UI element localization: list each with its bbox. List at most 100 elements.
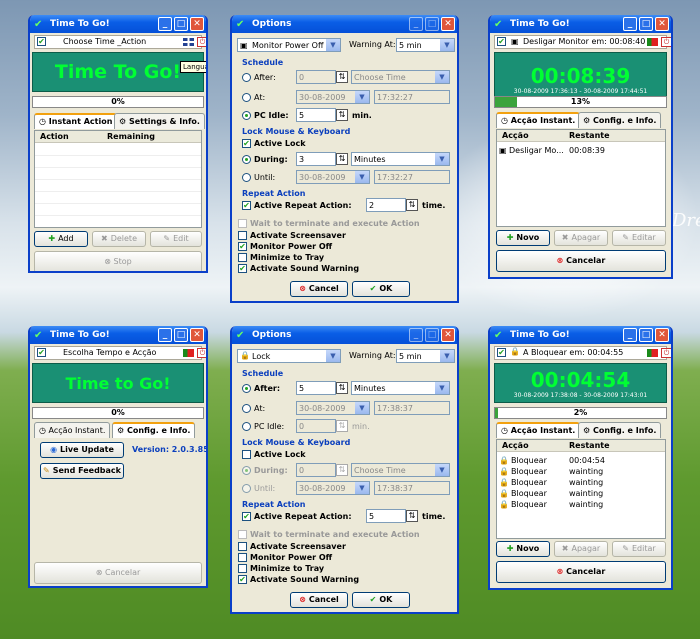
maximize-button[interactable]: □ [174,17,188,31]
after-unit-select[interactable]: Minutes ▼ [351,381,450,395]
minimize-checkbox[interactable] [238,253,247,262]
at-time-input[interactable]: 17:32:27 [374,90,450,104]
after-unit-select[interactable]: Choose Time ▼ [351,70,450,84]
cancel-button[interactable]: ⊗ Cancel [290,592,348,608]
maximize-button[interactable]: □ [174,328,188,342]
warning-select[interactable]: 5 min ▼ [396,38,455,52]
minimize-button[interactable]: _ [409,328,423,342]
tab-settings-info[interactable]: ⚙ Config. e Info. [112,422,196,438]
close-button[interactable]: ✕ [190,328,204,342]
title-bar[interactable]: ✔ Options _ □ ✕ [232,15,457,33]
after-spinner[interactable]: ⇅ [336,382,348,394]
ok-button[interactable]: ✔ OK [352,281,410,297]
during-spinner[interactable]: ⇅ [336,464,348,476]
cancel-button[interactable]: ⊗ Cancelar [34,562,202,584]
edit-button[interactable]: ✎ Edit [150,231,202,247]
maximize-button[interactable]: □ [425,328,439,342]
during-radio[interactable] [242,155,251,164]
add-button[interactable]: ✚ Novo [496,230,550,246]
at-date-picker[interactable]: 30-08-2009 ▼ [296,401,370,415]
power-icon[interactable]: ⏻ [661,37,671,47]
idle-spinner[interactable]: ⇅ [336,109,348,121]
tab-instant-action[interactable]: ◷ Acção Instant. [496,112,581,128]
live-update-button[interactable]: ◉ Live Update [40,442,124,458]
minimize-button[interactable]: _ [158,328,172,342]
tab-instant-action[interactable]: ◷ Acção Instant. [34,422,111,438]
table-row[interactable]: 🔒 Bloquear wainting [497,466,665,477]
repeat-input[interactable]: 2 [366,198,406,212]
minimize-button[interactable]: _ [158,17,172,31]
edit-button[interactable]: ✎ Editar [612,230,666,246]
minimize-button[interactable]: _ [623,17,637,31]
add-button[interactable]: ✚ Novo [496,541,550,557]
tab-instant-action[interactable]: ◷ Acção Instant. [496,422,581,438]
action-list[interactable]: Action Remaining [34,130,202,228]
sound-checkbox[interactable]: ✔ [238,264,247,273]
at-date-picker[interactable]: 30-08-2009 ▼ [296,90,370,104]
delete-button[interactable]: ✖ Delete [92,231,146,247]
tab-instant-action[interactable]: ◷ Instant Action [34,113,118,129]
title-bar[interactable]: ✔ Options _ □ ✕ [232,326,457,344]
tab-settings-info[interactable]: ⚙ Config. e Info. [578,422,662,438]
wait-checkbox[interactable] [238,530,247,539]
until-radio[interactable] [242,484,251,493]
power-icon[interactable]: ⏻ [661,348,671,358]
title-bar[interactable]: ✔ Time To Go! _ □ ✕ [30,326,206,344]
portugal-flag-icon[interactable] [647,38,658,46]
wait-checkbox[interactable] [238,219,247,228]
table-row[interactable]: 🔒 Bloquear wainting [497,499,665,510]
delete-button[interactable]: ✖ Apagar [554,230,608,246]
tab-settings-info[interactable]: ⚙ Settings & Info. [114,113,205,129]
active-lock-checkbox[interactable]: ✔ [242,139,251,148]
maximize-button[interactable]: □ [425,17,439,31]
warning-select[interactable]: 5 min ▼ [396,349,455,363]
portugal-flag-icon[interactable] [183,349,194,357]
table-row[interactable]: 🔒 Bloquear 00:04:54 [497,455,665,466]
minimize-button[interactable]: _ [623,328,637,342]
repeat-input[interactable]: 5 [366,509,406,523]
minimize-button[interactable]: _ [409,17,423,31]
close-button[interactable]: ✕ [441,17,455,31]
close-button[interactable]: ✕ [190,17,204,31]
cancel-button[interactable]: ⊗ Cancelar [496,250,666,272]
action-list[interactable]: Acção Restante 🔒 Bloquear 00:04:54 🔒 Bloquea… [496,439,666,539]
idle-spinner[interactable]: ⇅ [336,420,348,432]
title-bar[interactable]: ✔ Time To Go! _ □ ✕ [490,326,671,344]
title-bar[interactable]: ✔ Time To Go! _ □ ✕ [490,15,671,33]
during-unit-select[interactable]: Minutes ▼ [351,152,450,166]
table-row[interactable]: ▣ Desligar Mo... 00:08:39 [497,145,665,156]
repeat-checkbox[interactable]: ✔ [242,201,251,210]
add-button[interactable]: ✚ Add [34,231,88,247]
until-radio[interactable] [242,173,251,182]
cancel-button[interactable]: ⊗ Cancel [290,281,348,297]
after-spinner[interactable]: ⇅ [336,71,348,83]
screensaver-checkbox[interactable] [238,542,247,551]
until-date-picker[interactable]: 30-08-2009 ▼ [296,481,370,495]
screensaver-checkbox[interactable] [238,231,247,240]
sound-checkbox[interactable]: ✔ [238,575,247,584]
power-icon[interactable]: ⏻ [197,348,206,358]
title-bar[interactable]: ✔ Time To Go! _ □ ✕ [30,15,206,33]
idle-input[interactable]: 5 [296,108,336,122]
ok-button[interactable]: ✔ OK [352,592,410,608]
idle-radio[interactable] [242,111,251,120]
delete-button[interactable]: ✖ Apagar [554,541,608,557]
close-button[interactable]: ✕ [655,17,669,31]
repeat-checkbox[interactable]: ✔ [242,512,251,521]
monitor-checkbox[interactable]: ✔ [238,242,247,251]
maximize-button[interactable]: □ [639,328,653,342]
action-list[interactable]: Acção Restante ▣ Desligar Mo... 00:08:39 [496,129,666,227]
during-unit-select[interactable]: Choose Time ▼ [351,463,450,477]
action-select[interactable]: ▣ Monitor Power Off ▼ [237,38,341,52]
table-row[interactable]: 🔒 Bloquear wainting [497,488,665,499]
close-button[interactable]: ✕ [441,328,455,342]
english-flag-icon[interactable] [183,38,194,46]
after-radio[interactable] [242,73,251,82]
edit-button[interactable]: ✎ Editar [612,541,666,557]
at-radio[interactable] [242,93,251,102]
idle-input[interactable]: 0 [296,419,336,433]
tab-settings-info[interactable]: ⚙ Config. e Info. [578,112,662,128]
during-input[interactable]: 0 [296,463,336,477]
stop-button[interactable]: ⊗ Stop [34,251,202,271]
minimize-checkbox[interactable] [238,564,247,573]
